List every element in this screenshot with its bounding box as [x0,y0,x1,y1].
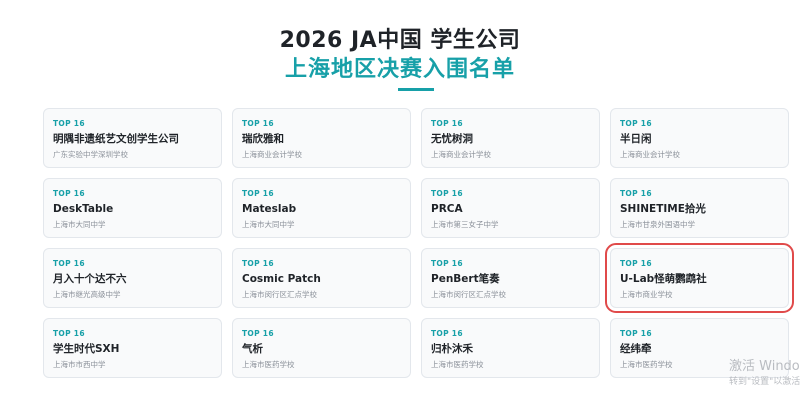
company-name: Cosmic Patch [242,273,321,285]
school-name: 上海市市西中学 [53,360,106,369]
company-name: 瑞欣雅和 [242,133,284,145]
finalist-card[interactable]: TOP 16 U-Lab怪萌鹦鹉社 上海市商业学校 [605,243,794,313]
rank-badge: TOP 16 [53,259,85,268]
school-name: 上海市医药学校 [431,360,484,369]
finalist-card[interactable]: TOP 16 SHINETIME拾光 上海市甘泉外国语中学 [610,178,789,238]
finalist-card[interactable]: TOP 16 学生时代SXH 上海市市西中学 [43,318,222,378]
company-name: 经纬牵 [620,343,652,355]
company-name: SHINETIME拾光 [620,203,706,215]
rank-badge: TOP 16 [242,259,274,268]
finalist-card[interactable]: TOP 16 半日闲上海商业会计学校 [610,108,789,168]
rank-badge: TOP 16 [53,329,85,338]
page-subtitle: 上海地区决赛入围名单 [284,57,515,82]
windows-activation-watermark: 激活 Windows 转到"设置"以激活 Windows。 [729,358,800,389]
school-name: 上海商业会计学校 [431,150,491,159]
page-title: 2026 JA中国 学生公司 [279,28,521,53]
finalist-card[interactable]: TOP 16 气析上海市医药学校 [232,318,411,378]
finalist-card[interactable]: TOP 16 明隅非遗纸艺文创学生公司 广东实验中学深圳学校 [43,108,222,168]
finalist-grid: TOP 16 明隅非遗纸艺文创学生公司 广东实验中学深圳学校 TOP 16 瑞欣雅和上海… [43,108,794,378]
school-name: 上海商业会计学校 [242,150,302,159]
watermark-hint: 转到"设置"以激活 Windows。 [729,377,800,387]
company-name: 无忧树洞 [431,133,473,145]
company-name: U-Lab怪萌鹦鹉社 [620,273,707,285]
rank-badge: TOP 16 [620,189,652,198]
finalist-card[interactable]: TOP 16 Mateslab 上海市大同中学 [232,178,411,238]
school-name: 上海市闵行区汇点学校 [242,290,317,299]
rank-badge: TOP 16 [242,119,274,128]
page: 2026 JA中国 学生公司 上海地区决赛入围名单 TOP 16 明隅非遗纸艺文创… [0,0,800,405]
company-name: PRCA [431,203,463,215]
school-name: 上海商业会计学校 [620,150,680,159]
rank-badge: TOP 16 [431,329,463,338]
rank-badge: TOP 16 [431,189,463,198]
title-underline [398,88,434,91]
company-name: 明隅非遗纸艺文创学生公司 [53,133,179,145]
rank-badge: TOP 16 [53,119,85,128]
finalist-card[interactable]: TOP 16 瑞欣雅和上海商业会计学校 [232,108,411,168]
rank-badge: TOP 16 [620,119,652,128]
company-name: 气析 [242,343,263,355]
rank-badge: TOP 16 [431,119,463,128]
finalist-card[interactable]: TOP 16 Cosmic Patch 上海市闵行区汇点学校 [232,248,411,308]
school-name: 广东实验中学深圳学校 [53,150,128,159]
rank-badge: TOP 16 [620,259,652,268]
company-name: 月入十个达不六 [53,273,127,285]
school-name: 上海市商业学校 [620,290,673,299]
school-name: 上海市闵行区汇点学校 [431,290,506,299]
company-name: 学生时代SXH [53,343,120,355]
rank-badge: TOP 16 [242,329,274,338]
finalist-card[interactable]: TOP 16 月入十个达不六 上海市继光高级中学 [43,248,222,308]
finalist-card[interactable]: TOP 16 归朴沐禾上海市医药学校 [421,318,600,378]
school-name: 上海市大同中学 [242,220,295,229]
company-name: 归朴沐禾 [431,343,473,355]
watermark-title: 激活 Windows [729,359,800,374]
company-name: Mateslab [242,203,297,215]
school-name: 上海市医药学校 [242,360,295,369]
rank-badge: TOP 16 [242,189,274,198]
rank-badge: TOP 16 [620,329,652,338]
company-name: 半日闲 [620,133,652,145]
company-name: PenBert笔奏 [431,273,500,285]
company-name: DeskTable [53,203,114,215]
finalist-card[interactable]: TOP 16 DeskTable 上海市大同中学 [43,178,222,238]
school-name: 上海市继光高级中学 [53,290,121,299]
school-name: 上海市第三女子中学 [431,220,499,229]
school-name: 上海市甘泉外国语中学 [620,220,695,229]
finalist-card[interactable]: TOP 16 无忧树洞上海商业会计学校 [421,108,600,168]
school-name: 上海市大同中学 [53,220,106,229]
finalist-card[interactable]: TOP 16 PenBert笔奏 上海市闵行区汇点学校 [421,248,600,308]
rank-badge: TOP 16 [431,259,463,268]
finalist-card[interactable]: TOP 16 PRCA 上海市第三女子中学 [421,178,600,238]
rank-badge: TOP 16 [53,189,85,198]
